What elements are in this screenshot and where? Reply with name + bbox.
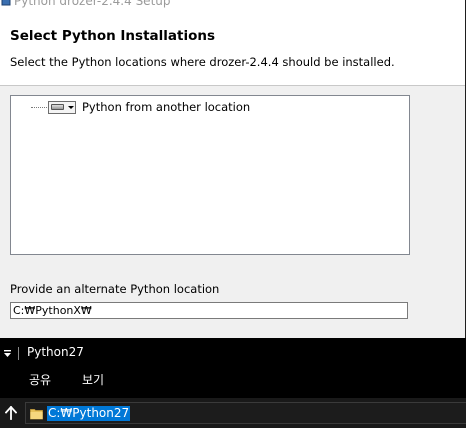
tree-item-other-location[interactable]: Python from another location	[31, 99, 250, 115]
title-separator	[18, 347, 19, 360]
installer-app-icon	[1, 0, 11, 6]
tree-connector-line	[31, 106, 47, 108]
page-title: Select Python Installations	[10, 28, 216, 44]
address-path[interactable]: C:₩Python27	[47, 406, 131, 421]
explorer-window-title: Python27	[27, 345, 84, 359]
tree-item-label: Python from another location	[82, 100, 251, 114]
file-explorer-window: Python27 공유 보기 C:₩Python27	[0, 338, 466, 428]
title-bar[interactable]: Python drozer-2.4.4 Setup	[0, 0, 466, 8]
ribbon-tab-view[interactable]: 보기	[82, 371, 104, 388]
address-bar[interactable]: C:₩Python27	[25, 402, 466, 424]
window-title: Python drozer-2.4.4 Setup	[14, 0, 171, 8]
chevron-down-icon	[68, 105, 74, 109]
page-subtitle: Select the Python locations where drozer…	[10, 55, 395, 69]
quick-access-menu-icon[interactable]	[3, 349, 12, 358]
header-panel	[0, 8, 466, 85]
alternate-location-input[interactable]	[10, 302, 408, 319]
setup-window: Python drozer-2.4.4 Setup Select Python …	[0, 0, 466, 338]
navigation-bar: C:₩Python27	[0, 398, 466, 428]
folder-icon	[30, 409, 43, 420]
up-arrow-icon[interactable]	[5, 406, 17, 420]
install-option-dropdown[interactable]	[48, 100, 76, 114]
ribbon-tab-share[interactable]: 공유	[29, 371, 51, 388]
alternate-location-label: Provide an alternate Python location	[10, 282, 220, 296]
python-installations-tree[interactable]: Python from another location	[10, 95, 410, 255]
drive-icon	[51, 104, 64, 110]
header-divider	[0, 85, 466, 86]
